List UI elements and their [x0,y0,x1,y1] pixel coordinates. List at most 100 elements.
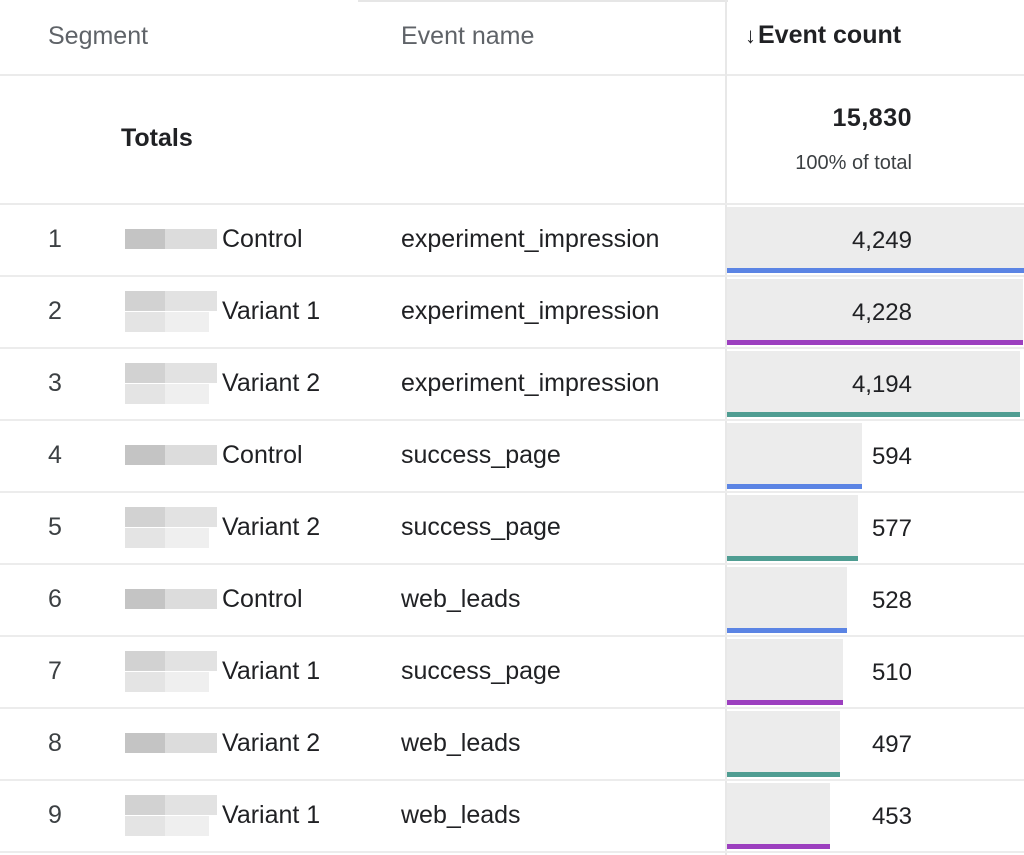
segment-color-line [727,556,859,561]
row-rank: 8 [48,729,62,757]
redaction-block [165,312,209,332]
segment-name: Control [222,225,303,253]
segment-color-line [727,772,840,777]
redaction-block [165,445,217,465]
table-row[interactable]: 6 Control web_leads 528 [0,565,1024,637]
segment-name: Control [222,585,303,613]
event-name: success_page [401,513,561,541]
table-row[interactable]: 5 Variant 2 success_page 577 [0,493,1024,565]
redacted-segment-prefix [125,507,217,549]
redacted-segment-prefix [125,363,217,405]
segment-color-line [727,700,843,705]
redaction-block [125,312,165,332]
table-header: Segment Event name ↓Event count [0,0,1024,76]
event-count-value: 4,194 [851,371,912,398]
segment-name: Variant 1 [222,297,321,325]
segment-name: Variant 1 [222,801,321,829]
redacted-segment-prefix [125,219,217,261]
table-row[interactable]: 3 Variant 2 experiment_impression 4,194 [0,349,1024,421]
redaction-block [125,528,165,548]
redaction-block [125,672,165,692]
event-name: web_leads [401,585,521,613]
segment-color-line [727,628,847,633]
redacted-segment-prefix [125,651,217,693]
redaction-block [125,507,165,527]
redaction-block [125,733,165,753]
redaction-block [125,229,165,249]
redaction-block [125,363,165,383]
arrow-down-icon[interactable]: ↓ [745,23,756,48]
redacted-segment-prefix [125,723,217,765]
table-row[interactable]: 4 Control success_page 594 [0,421,1024,493]
event-count-value: 528 [871,587,912,614]
segment-name: Variant 1 [222,657,321,685]
totals-percent: 100% of total [795,152,912,174]
redaction-block [165,384,209,404]
column-header-segment[interactable]: Segment [48,22,148,51]
event-count-bar [727,711,840,777]
event-count-bar [727,567,847,633]
redaction-block [125,291,165,311]
table-row[interactable]: 2 Variant 1 experiment_impression 4,228 [0,277,1024,349]
row-rank: 6 [48,585,62,613]
event-count-value: 4,249 [851,227,912,254]
table-row[interactable]: 7 Variant 1 success_page 510 [0,637,1024,709]
table-row[interactable]: 8 Variant 2 web_leads 497 [0,709,1024,781]
redaction-block [125,651,165,671]
column-header-event-count[interactable]: ↓Event count [745,21,901,50]
totals-row: Totals 15,830 100% of total [0,76,1024,205]
redaction-block [165,229,217,249]
row-rank: 4 [48,441,62,469]
row-rank: 3 [48,369,62,397]
redaction-block [165,651,217,671]
redaction-block [165,672,209,692]
redaction-block [165,733,217,753]
event-name: success_page [401,441,561,469]
redaction-block [125,795,165,815]
event-count-value: 510 [871,659,912,686]
event-count-value: 497 [871,731,912,758]
totals-label: Totals [121,124,193,152]
redacted-segment-prefix [125,291,217,333]
redaction-block [165,363,217,383]
event-name: experiment_impression [401,225,660,253]
event-count-value: 4,228 [851,299,912,326]
segment-name: Variant 2 [222,513,321,541]
redaction-block [165,291,217,311]
segment-color-line [727,268,1024,273]
redaction-block [165,507,217,527]
row-rank: 9 [48,801,62,829]
row-rank: 1 [48,225,62,253]
event-count-bar [727,423,862,489]
redaction-block [165,795,217,815]
redaction-block [125,384,165,404]
event-name: success_page [401,657,561,685]
segment-color-line [727,340,1023,345]
table-row[interactable]: 1 Control experiment_impression 4,249 [0,205,1024,277]
event-count-bar [727,639,843,705]
segment-color-line [727,484,862,489]
redacted-segment-prefix [125,579,217,621]
event-name: experiment_impression [401,297,660,325]
totals-value: 15,830 [832,104,912,132]
segment-name: Control [222,441,303,469]
redaction-block [125,445,165,465]
redaction-block [125,816,165,836]
event-name: experiment_impression [401,369,660,397]
redaction-block [125,589,165,609]
row-rank: 7 [48,657,62,685]
redaction-block [165,816,209,836]
row-rank: 2 [48,297,62,325]
event-name: web_leads [401,801,521,829]
column-header-event-name[interactable]: Event name [401,22,534,51]
event-count-value: 577 [871,515,912,542]
redacted-segment-prefix [125,435,217,477]
event-count-bar [727,495,859,561]
segment-name: Variant 2 [222,369,321,397]
redaction-block [165,528,209,548]
column-header-event-count-label: Event count [758,21,902,49]
segment-name: Variant 2 [222,729,321,757]
table-row[interactable]: 9 Variant 1 web_leads 453 [0,781,1024,853]
row-rank: 5 [48,513,62,541]
event-name: web_leads [401,729,521,757]
